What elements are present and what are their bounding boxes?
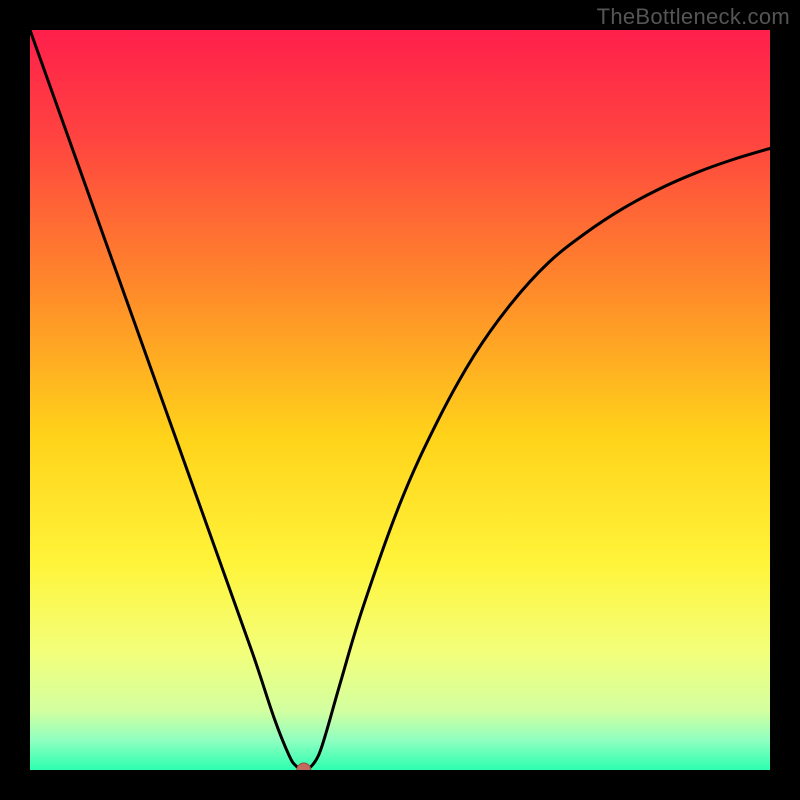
watermark-label: TheBottleneck.com — [597, 4, 790, 30]
chart-frame: TheBottleneck.com — [0, 0, 800, 800]
plot-area — [30, 30, 770, 770]
bottleneck-chart — [30, 30, 770, 770]
gradient-background — [30, 30, 770, 770]
